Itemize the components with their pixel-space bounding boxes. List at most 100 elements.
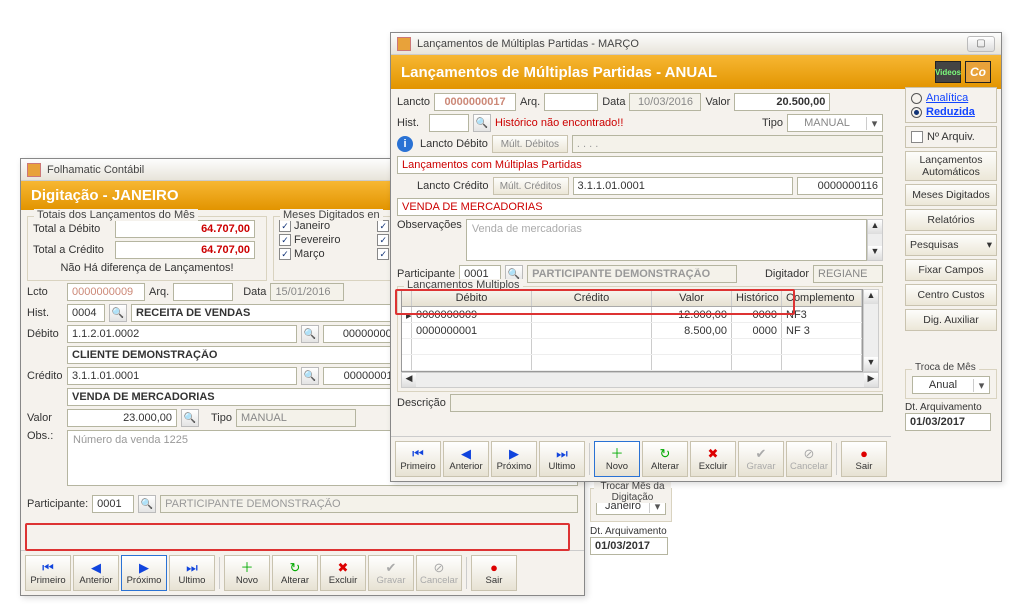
btn-novo-2[interactable]: ＋Novo [594, 441, 640, 477]
co-button[interactable]: Co [965, 61, 991, 83]
chk-marco[interactable]: ✓Março [279, 248, 369, 260]
arq-label: Arq. [149, 286, 169, 298]
hist-search-icon[interactable]: 🔍 [109, 304, 127, 322]
lancto-credito-desc [397, 198, 883, 216]
tipo-dropdown[interactable]: MANUAL ▾ [787, 114, 883, 132]
chevron-down-icon: ▾ [987, 239, 992, 251]
dt-arq-input-2[interactable] [905, 413, 991, 431]
grid-scrollbar-h[interactable]: ◀▶ [401, 372, 879, 388]
btn-primeiro-2[interactable]: ⏮Primeiro [395, 441, 441, 477]
lancto-input[interactable] [434, 93, 516, 111]
dt-arq-input[interactable] [590, 537, 668, 555]
close-button[interactable]: ▢ [967, 36, 995, 52]
btn-anterior-2[interactable]: ◀Anterior [443, 441, 489, 477]
btn-gravar: ✔Gravar [368, 555, 414, 591]
grid-scrollbar-v[interactable]: ▲▼ [863, 289, 879, 372]
debito-cod-input[interactable] [67, 325, 297, 343]
chk-janeiro[interactable]: ✓Janeiro [279, 220, 369, 232]
btn-centro-custos[interactable]: Centro Custos [905, 284, 997, 306]
col-valor[interactable]: Valor [652, 290, 732, 306]
col-complemento[interactable]: Complemento [782, 290, 862, 306]
btn-excluir[interactable]: ✖Excluir [320, 555, 366, 591]
troca-mes-dropdown[interactable]: Anual ▾ [912, 376, 990, 394]
valor-search-icon[interactable]: 🔍 [181, 409, 199, 427]
btn-novo[interactable]: ＋Novo [224, 555, 270, 591]
btn-ultimo-2[interactable]: ⏭Ultimo [539, 441, 585, 477]
info-icon[interactable]: i [397, 136, 413, 152]
btn-relatorios[interactable]: Relatórios [905, 209, 997, 231]
btn-anterior[interactable]: ◀Anterior [73, 555, 119, 591]
btn-excluir-2[interactable]: ✖Excluir [690, 441, 736, 477]
arq-input-2[interactable] [544, 93, 598, 111]
btn-lanc-auto[interactable]: Lançamentos Automáticos [905, 151, 997, 181]
data-label: Data [243, 286, 266, 298]
hist-input-2[interactable] [429, 114, 469, 132]
table-row[interactable] [402, 339, 862, 355]
chevron-down-icon: ▾ [973, 379, 989, 392]
radio-analitica[interactable]: Analítica [911, 92, 991, 104]
participante-cod[interactable] [92, 495, 134, 513]
valor-label: Valor [27, 412, 63, 424]
side-panel: Analítica Reduzida Nº Arquiv. Lançamento… [905, 87, 997, 334]
titlebar-2[interactable]: Lançamentos de Múltiplas Partidas - MARÇ… [391, 33, 1001, 55]
participante-search-icon[interactable]: 🔍 [138, 495, 156, 513]
obs-textarea-2[interactable]: Venda de mercadorias [466, 219, 867, 261]
troca-mes-label: Troca de Mês [912, 362, 979, 373]
group-totais: Totais dos Lançamentos do Mês Total a Dé… [27, 216, 267, 281]
lcto-label: Lcto [27, 286, 63, 298]
btn-primeiro[interactable]: ⏮Primeiro [25, 555, 71, 591]
col-debito[interactable]: Débito [412, 290, 532, 306]
debito-search-icon[interactable]: 🔍 [301, 325, 319, 343]
valor-input[interactable] [67, 409, 177, 427]
valor-input-2[interactable] [734, 93, 830, 111]
lcto-input[interactable] [67, 283, 145, 301]
btn-cancelar-2: ⊘Cancelar [786, 441, 832, 477]
btn-sair[interactable]: ●Sair [471, 555, 517, 591]
win1-side: Trocar Mês da Digitação Janeiro ▾ Dt. Ar… [590, 486, 672, 555]
table-row[interactable] [402, 355, 862, 371]
lancto-label: Lancto [397, 96, 430, 108]
videos-button[interactable]: Videos [935, 61, 961, 83]
window-multiplas-partidas: Lançamentos de Múltiplas Partidas - MARÇ… [390, 32, 1002, 482]
btn-proximo-2[interactable]: ▶Próximo [491, 441, 537, 477]
data-input[interactable] [270, 283, 344, 301]
hist-label-2: Hist. [397, 117, 425, 129]
header-text-2: Lançamentos de Múltiplas Partidas - ANUA… [401, 64, 717, 81]
radio-reduzida[interactable]: Reduzida [911, 106, 991, 118]
lancamentos-table[interactable]: Débito Crédito Valor Histórico Complemen… [401, 289, 863, 372]
btn-fixar-campos[interactable]: Fixar Campos [905, 259, 997, 281]
troca-mes-group: Troca de Mês Anual ▾ [905, 369, 997, 399]
col-historico[interactable]: Histórico [732, 290, 782, 306]
btn-meses-digitados[interactable]: Meses Digitados [905, 184, 997, 206]
credito-search-icon[interactable]: 🔍 [301, 367, 319, 385]
chk-narquiv[interactable]: Nº Arquiv. [905, 126, 997, 148]
participante-label: Participante: [27, 498, 88, 510]
hist-search-icon-2[interactable]: 🔍 [473, 114, 491, 132]
mult-creditos-button[interactable]: Múlt. Créditos [493, 177, 569, 195]
chk-fevereiro[interactable]: ✓Fevereiro [279, 234, 369, 246]
credito-cod-input[interactable] [67, 367, 297, 385]
btn-alterar-2[interactable]: ↻Alterar [642, 441, 688, 477]
lmp-desc [397, 156, 883, 174]
table-row[interactable]: 0000000001 8.500,00 0000 NF 3 [402, 323, 862, 339]
table-row[interactable]: ▸ 0000000009 12.000,00 0000 NF3 [402, 307, 862, 323]
btn-alterar[interactable]: ↻Alterar [272, 555, 318, 591]
chevron-down-icon: ▾ [866, 117, 882, 130]
btn-sair-2[interactable]: ●Sair [841, 441, 887, 477]
troca-mes-value: Anual [913, 379, 973, 391]
btn-pesquisas[interactable]: Pesquisas▾ [905, 234, 997, 256]
total-debito-label: Total a Débito [33, 223, 111, 235]
col-credito[interactable]: Crédito [532, 290, 652, 306]
app-icon [27, 163, 41, 177]
arq-input[interactable] [173, 283, 233, 301]
btn-dig-auxiliar[interactable]: Dig. Auxiliar [905, 309, 997, 331]
lancto-credito-cod[interactable] [573, 177, 793, 195]
obs-scrollbar[interactable]: ▲▼ [867, 219, 883, 261]
mult-debitos-button[interactable]: Múlt. Débitos [492, 135, 568, 153]
btn-ultimo[interactable]: ⏭Ultimo [169, 555, 215, 591]
data-input-2[interactable] [629, 93, 701, 111]
lancto-credito-label: Lancto Crédito [417, 180, 489, 192]
lancto-debito-value [572, 135, 883, 153]
btn-proximo[interactable]: ▶Próximo [121, 555, 167, 591]
hist-code-input[interactable] [67, 304, 105, 322]
